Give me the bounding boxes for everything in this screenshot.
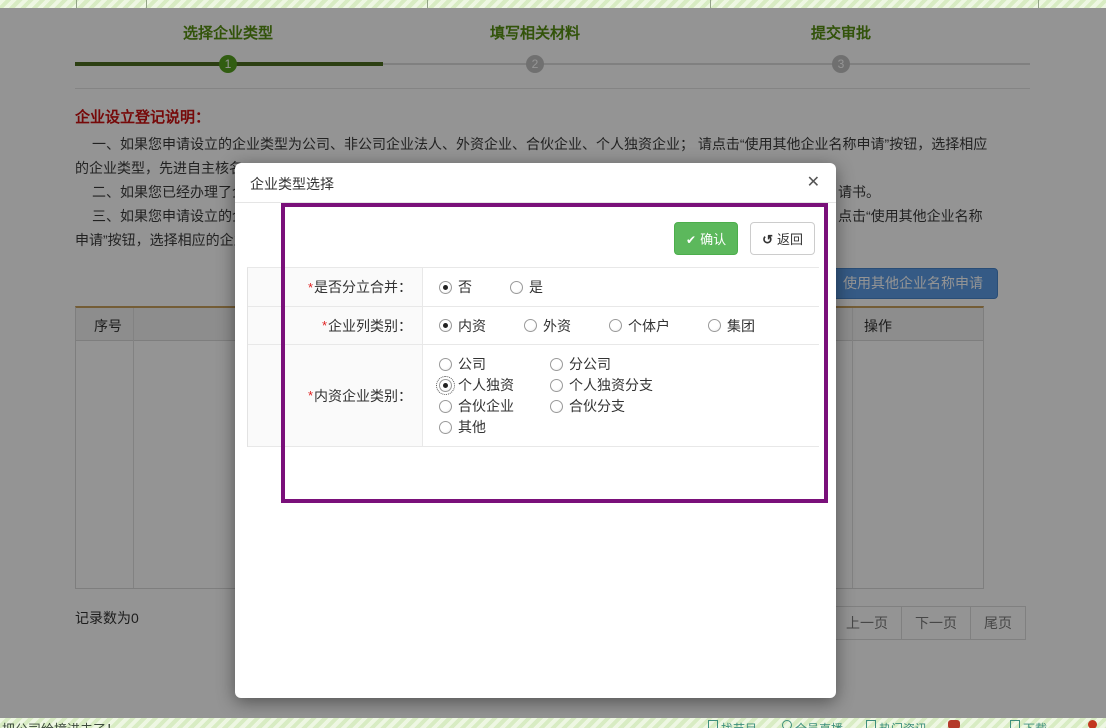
radio-icon[interactable]: [439, 421, 452, 434]
radio-icon[interactable]: [439, 400, 452, 413]
tab-separator: [76, 0, 77, 8]
form-label: *企业列类别：: [248, 307, 423, 344]
radio-icon[interactable]: [510, 281, 523, 294]
tab-separator: [427, 0, 428, 8]
radio-option-company[interactable]: 公司: [439, 354, 550, 374]
radio-option-individual[interactable]: 个体户: [609, 316, 670, 336]
radio-option-foreign[interactable]: 外资: [524, 316, 571, 336]
radio-icon[interactable]: [609, 319, 622, 332]
required-mark: *: [308, 280, 313, 295]
radio-option-sole-proprietorship[interactable]: 个人独资: [439, 375, 550, 395]
radio-option-branch-company[interactable]: 分公司: [550, 354, 819, 374]
status-left-text: 把公司给撞进去了！: [2, 719, 119, 728]
form-label: *是否分立合并：: [248, 268, 423, 306]
radio-icon[interactable]: [550, 400, 563, 413]
check-icon: ✔: [686, 233, 696, 247]
radio-option-no[interactable]: 否: [439, 277, 472, 297]
tab-separator: [710, 0, 711, 8]
back-button[interactable]: ↺ 返回: [750, 222, 815, 255]
tab-separator: [1038, 0, 1039, 8]
required-mark: *: [322, 318, 327, 333]
logo-icon[interactable]: [948, 720, 960, 728]
radio-option-partnership[interactable]: 合伙企业: [439, 396, 550, 416]
tab-separator: [146, 0, 147, 8]
form-row-domestic-type: *内资企业类别： 公司 分公司 个人独资 个人独资分支 合伙企业 合伙分支 其他: [248, 345, 819, 447]
news-icon: [866, 720, 876, 728]
radio-icon[interactable]: [550, 358, 563, 371]
radio-icon[interactable]: [550, 379, 563, 392]
return-arrow-icon: ↺: [762, 232, 773, 247]
enterprise-type-dialog: 企业类型选择 ✕ ✔ 确认 ↺ 返回 *是否分立合并： 否 是 *企业列类别： 内资…: [235, 163, 836, 698]
close-icon[interactable]: ✕: [807, 172, 820, 192]
confirm-button[interactable]: ✔ 确认: [674, 222, 738, 255]
dialog-title: 企业类型选择: [250, 174, 334, 194]
radio-icon[interactable]: [708, 319, 721, 332]
browser-status-strip[interactable]: 把公司给撞进去了！ 找节目 全员直播 热门资讯 下载: [0, 718, 1106, 728]
radio-option-yes[interactable]: 是: [510, 277, 543, 297]
status-item-programs[interactable]: 找节目: [708, 720, 757, 728]
enterprise-type-form: *是否分立合并： 否 是 *企业列类别： 内资 外资 个体户 集团 *内资企业类…: [247, 267, 819, 447]
radio-icon[interactable]: [439, 379, 452, 392]
radio-option-partnership-branch[interactable]: 合伙分支: [550, 396, 819, 416]
form-row-enterprise-category: *企业列类别： 内资 外资 个体户 集团: [248, 307, 819, 345]
radio-icon[interactable]: [439, 281, 452, 294]
status-item-download[interactable]: 下载: [1010, 720, 1047, 728]
radio-icon[interactable]: [439, 319, 452, 332]
dialog-header: 企业类型选择 ✕: [235, 163, 836, 203]
radio-option-sole-proprietorship-branch[interactable]: 个人独资分支: [550, 375, 819, 395]
form-options-grid: 公司 分公司 个人独资 个人独资分支 合伙企业 合伙分支 其他: [423, 345, 819, 446]
status-item-news[interactable]: 热门资讯: [866, 720, 927, 728]
form-label: *内资企业类别：: [248, 345, 423, 446]
radio-icon[interactable]: [439, 358, 452, 371]
radio-icon[interactable]: [524, 319, 537, 332]
form-row-split-merge: *是否分立合并： 否 是: [248, 268, 819, 307]
radio-option-other[interactable]: 其他: [439, 417, 550, 437]
notification-icon[interactable]: [1088, 720, 1097, 728]
confirm-button-label: 确认: [700, 232, 726, 247]
form-options: 内资 外资 个体户 集团: [423, 307, 819, 344]
download-icon: [1010, 720, 1020, 728]
tv-icon: [708, 720, 718, 728]
browser-tab-strip[interactable]: [0, 0, 1106, 8]
form-options: 否 是: [423, 268, 819, 306]
dialog-actions: ✔ 确认 ↺ 返回: [674, 222, 815, 255]
radio-option-domestic[interactable]: 内资: [439, 316, 486, 336]
radio-option-group[interactable]: 集团: [708, 316, 755, 336]
back-button-label: 返回: [777, 232, 803, 247]
live-icon: [782, 720, 792, 728]
required-mark: *: [308, 388, 313, 403]
status-item-live[interactable]: 全员直播: [782, 720, 843, 728]
